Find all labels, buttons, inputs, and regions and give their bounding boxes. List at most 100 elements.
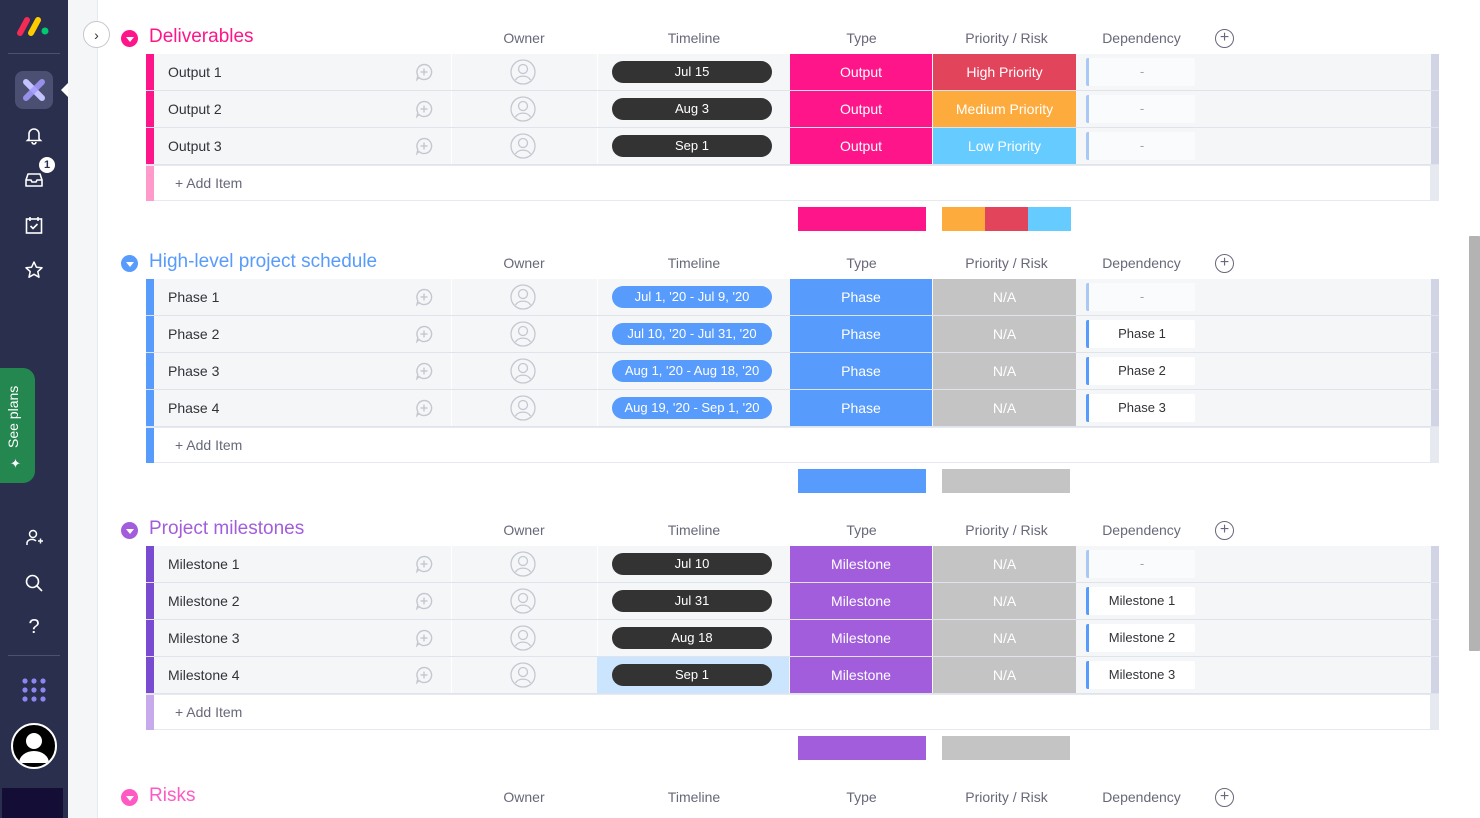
dependency-cell[interactable]: - — [1086, 283, 1195, 311]
column-header-timeline[interactable]: Timeline — [644, 255, 744, 271]
timeline-pill[interactable]: Jul 31 — [612, 590, 772, 612]
dependency-cell[interactable]: Phase 3 — [1086, 394, 1195, 422]
dependency-cell[interactable]: Milestone 3 — [1086, 661, 1195, 689]
table-row[interactable]: Output 1 Jul 15 Output High Priority - — [146, 54, 1439, 91]
timeline-pill[interactable]: Jul 1, '20 - Jul 9, '20 — [612, 286, 772, 308]
table-row[interactable]: Output 3 Sep 1 Output Low Priority - — [146, 128, 1439, 165]
timeline-pill[interactable]: Sep 1 — [612, 664, 772, 686]
priority-status[interactable]: Low Priority — [933, 128, 1076, 164]
add-update-button[interactable] — [414, 554, 434, 574]
type-status[interactable]: Output — [790, 54, 932, 90]
collapse-group-toggle[interactable] — [121, 30, 138, 47]
type-status[interactable]: Output — [790, 91, 932, 127]
table-row[interactable]: Phase 2 Jul 10, '20 - Jul 31, '20 Phase N/A… — [146, 316, 1439, 353]
dependency-cell[interactable]: - — [1086, 132, 1195, 160]
priority-status[interactable]: High Priority — [933, 54, 1076, 90]
timeline-pill[interactable]: Jul 15 — [612, 61, 772, 83]
table-row[interactable]: Output 2 Aug 3 Output Medium Priority - — [146, 91, 1439, 128]
type-status[interactable]: Phase — [790, 279, 932, 315]
owner-avatar[interactable] — [510, 625, 536, 651]
type-status[interactable]: Milestone — [790, 620, 932, 656]
item-name[interactable]: Phase 2 — [168, 326, 219, 342]
owner-avatar[interactable] — [510, 59, 536, 85]
search-button[interactable] — [19, 568, 49, 598]
add-update-button[interactable] — [414, 665, 434, 685]
add-update-button[interactable] — [414, 361, 434, 381]
column-header-dependency[interactable]: Dependency — [1094, 30, 1189, 46]
column-header-timeline[interactable]: Timeline — [644, 522, 744, 538]
column-header-dependency[interactable]: Dependency — [1094, 255, 1189, 271]
priority-status[interactable]: N/A — [933, 316, 1076, 352]
add-item-input[interactable]: + Add Item — [175, 175, 242, 191]
column-header-owner[interactable]: Owner — [494, 255, 554, 271]
item-name[interactable]: Milestone 2 — [168, 593, 240, 609]
apps-button[interactable] — [19, 675, 49, 705]
timeline-pill[interactable]: Sep 1 — [612, 135, 772, 157]
add-update-button[interactable] — [414, 62, 434, 82]
owner-avatar[interactable] — [510, 284, 536, 310]
column-header-type[interactable]: Type — [824, 789, 899, 805]
add-item-row[interactable]: + Add Item — [146, 427, 1439, 463]
timeline-pill[interactable]: Aug 19, '20 - Sep 1, '20 — [612, 397, 772, 419]
item-name[interactable]: Output 1 — [168, 64, 222, 80]
table-row[interactable]: Milestone 1 Jul 10 Milestone N/A - — [146, 546, 1439, 583]
dependency-cell[interactable]: Milestone 2 — [1086, 624, 1195, 652]
timeline-pill[interactable]: Jul 10 — [612, 553, 772, 575]
add-column-button[interactable]: + — [1215, 254, 1234, 273]
table-row[interactable]: Milestone 3 Aug 18 Milestone N/A Milestone 2 — [146, 620, 1439, 657]
group-title[interactable]: Risks — [149, 785, 195, 807]
help-button[interactable]: ? — [19, 612, 49, 642]
add-update-button[interactable] — [414, 398, 434, 418]
column-header-owner[interactable]: Owner — [494, 522, 554, 538]
invite-button[interactable] — [19, 523, 49, 553]
item-name[interactable]: Milestone 1 — [168, 556, 240, 572]
my-work-button[interactable] — [19, 210, 49, 240]
dependency-cell[interactable]: Milestone 1 — [1086, 587, 1195, 615]
add-update-button[interactable] — [414, 628, 434, 648]
collapse-group-toggle[interactable] — [121, 522, 138, 539]
timeline-pill[interactable]: Jul 10, '20 - Jul 31, '20 — [612, 323, 772, 345]
owner-avatar[interactable] — [510, 358, 536, 384]
add-item-input[interactable]: + Add Item — [175, 704, 242, 720]
priority-status[interactable]: N/A — [933, 279, 1076, 315]
column-header-dependency[interactable]: Dependency — [1094, 522, 1189, 538]
dependency-cell[interactable]: Phase 1 — [1086, 320, 1195, 348]
add-column-button[interactable]: + — [1215, 521, 1234, 540]
dependency-cell[interactable]: - — [1086, 95, 1195, 123]
type-status[interactable]: Phase — [790, 316, 932, 352]
dependency-cell[interactable]: - — [1086, 550, 1195, 578]
type-status[interactable]: Phase — [790, 390, 932, 426]
column-header-type[interactable]: Type — [824, 30, 899, 46]
owner-avatar[interactable] — [510, 551, 536, 577]
owner-avatar[interactable] — [510, 395, 536, 421]
table-row[interactable]: Phase 1 Jul 1, '20 - Jul 9, '20 Phase N/A - — [146, 279, 1439, 316]
column-header-timeline[interactable]: Timeline — [644, 30, 744, 46]
workspace-button[interactable] — [15, 71, 53, 109]
add-item-row[interactable]: + Add Item — [146, 165, 1439, 201]
group-title[interactable]: High-level project schedule — [149, 251, 377, 273]
priority-status[interactable]: Medium Priority — [933, 91, 1076, 127]
item-name[interactable]: Phase 1 — [168, 289, 219, 305]
column-header-dependency[interactable]: Dependency — [1094, 789, 1189, 805]
dependency-cell[interactable]: - — [1086, 58, 1195, 86]
item-name[interactable]: Milestone 4 — [168, 667, 240, 683]
type-status[interactable]: Milestone — [790, 657, 932, 693]
table-row[interactable]: Milestone 2 Jul 31 Milestone N/A Milestone 1 — [146, 583, 1439, 620]
add-item-row[interactable]: + Add Item — [146, 694, 1439, 730]
column-header-priority[interactable]: Priority / Risk — [949, 30, 1064, 46]
owner-avatar[interactable] — [510, 133, 536, 159]
column-header-owner[interactable]: Owner — [494, 30, 554, 46]
column-header-priority[interactable]: Priority / Risk — [949, 522, 1064, 538]
type-status[interactable]: Milestone — [790, 546, 932, 582]
collapse-group-toggle[interactable] — [121, 789, 138, 806]
timeline-pill[interactable]: Aug 1, '20 - Aug 18, '20 — [612, 360, 772, 382]
column-header-timeline[interactable]: Timeline — [644, 789, 744, 805]
add-update-button[interactable] — [414, 287, 434, 307]
table-row[interactable]: Milestone 4 Sep 1 Milestone N/A Milestone 3 — [146, 657, 1439, 694]
priority-status[interactable]: N/A — [933, 620, 1076, 656]
item-name[interactable]: Phase 3 — [168, 363, 219, 379]
priority-status[interactable]: N/A — [933, 657, 1076, 693]
priority-status[interactable]: N/A — [933, 353, 1076, 389]
add-item-input[interactable]: + Add Item — [175, 437, 242, 453]
type-status[interactable]: Output — [790, 128, 932, 164]
